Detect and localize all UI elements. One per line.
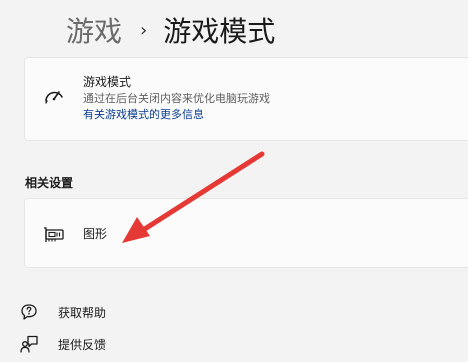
give-feedback-link[interactable]: 提供反馈 [20,333,106,355]
game-mode-card: 游戏模式 通过在后台关闭内容来优化电脑玩游戏 有关游戏模式的更多信息 [24,57,468,141]
speedometer-icon [45,91,63,104]
breadcrumb-separator: › [140,20,148,41]
game-mode-more-info-link[interactable]: 有关游戏模式的更多信息 [83,107,270,122]
breadcrumb: 游戏 › 游戏模式 [66,12,275,52]
graphics-label: 图形 [83,227,108,241]
game-mode-title: 游戏模式 [83,75,132,89]
graphics-card-icon [44,227,64,242]
breadcrumb-parent[interactable]: 游戏 [66,12,122,52]
help-icon [21,304,37,320]
feedback-icon [20,335,38,353]
get-help-label: 获取帮助 [58,305,107,320]
page-title: 游戏模式 [163,15,276,48]
give-feedback-label: 提供反馈 [58,337,107,352]
graphics-settings-item[interactable]: 图形 [24,198,468,268]
game-mode-description: 通过在后台关闭内容来优化电脑玩游戏 [83,92,270,105]
related-settings-heading: 相关设置 [25,176,74,190]
get-help-link[interactable]: 获取帮助 [20,301,106,323]
